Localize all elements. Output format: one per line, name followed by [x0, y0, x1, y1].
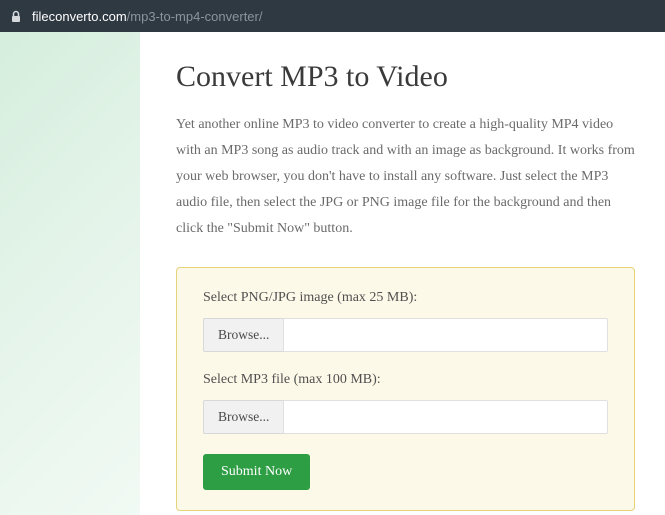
upload-form: Select PNG/JPG image (max 25 MB): Browse…: [176, 267, 635, 511]
mp3-file-display[interactable]: [283, 400, 608, 434]
url-path: /mp3-to-mp4-converter/: [127, 9, 263, 24]
image-browse-button[interactable]: Browse...: [203, 318, 283, 352]
address-bar: fileconverto.com/mp3-to-mp4-converter/: [0, 0, 665, 32]
page-body: Convert MP3 to Video Yet another online …: [0, 32, 665, 515]
image-field-label: Select PNG/JPG image (max 25 MB):: [203, 290, 608, 306]
url-host: fileconverto.com: [32, 9, 127, 24]
submit-button[interactable]: Submit Now: [203, 454, 310, 490]
mp3-browse-button[interactable]: Browse...: [203, 400, 283, 434]
main-content: Convert MP3 to Video Yet another online …: [140, 32, 665, 515]
mp3-field-label: Select MP3 file (max 100 MB):: [203, 372, 608, 388]
image-file-display[interactable]: [283, 318, 608, 352]
page-title: Convert MP3 to Video: [176, 60, 635, 94]
lock-icon: [10, 10, 22, 23]
url-display[interactable]: fileconverto.com/mp3-to-mp4-converter/: [32, 9, 262, 24]
sidebar: [0, 32, 140, 515]
mp3-file-row: Browse...: [203, 400, 608, 434]
image-file-row: Browse...: [203, 318, 608, 352]
page-description: Yet another online MP3 to video converte…: [176, 112, 635, 241]
